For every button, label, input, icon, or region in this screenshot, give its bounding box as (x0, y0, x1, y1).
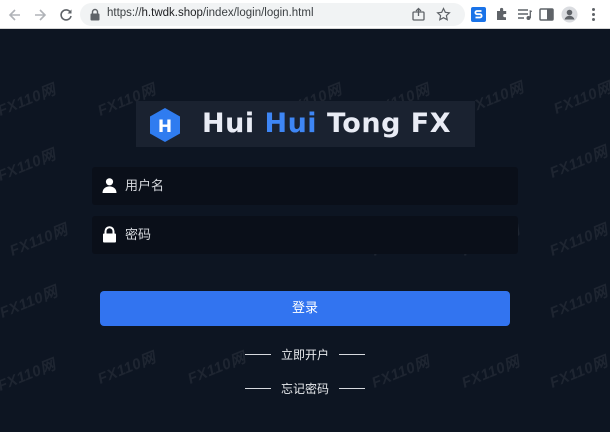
browser-toolbar: https://h.twdk.shop/index/login/login.ht… (0, 0, 610, 29)
watermark: FX110网 (547, 283, 610, 322)
divider-line (339, 387, 365, 389)
watermark: FX110网 (7, 221, 71, 260)
user-icon (102, 178, 117, 193)
brand-logo: H Hui Hui Tong FX (136, 101, 475, 147)
side-panel-icon[interactable] (538, 6, 555, 23)
login-page: FX110网 FX110网 FX110网 FX110网 FX110网 FX110… (0, 29, 610, 432)
address-bar[interactable]: https://h.twdk.shop/index/login/login.ht… (80, 3, 465, 26)
share-icon[interactable] (411, 7, 426, 22)
url-host: h.twdk.shop (141, 7, 203, 19)
username-field[interactable] (92, 167, 518, 205)
logo-letter: H (158, 117, 172, 137)
url-path: /index/login/login.html (202, 7, 314, 19)
forward-icon[interactable] (31, 6, 49, 24)
divider-line (244, 387, 271, 389)
kebab-menu-icon[interactable] (585, 6, 602, 23)
login-button[interactable]: 登录 (100, 291, 510, 326)
open-account-row: 立即开户 (0, 344, 610, 364)
brand-name-part3: Tong FX (317, 108, 452, 139)
media-queue-icon[interactable] (516, 6, 533, 23)
brand-name-accent: Hui (264, 108, 318, 139)
forgot-password-link[interactable]: 忘记密码 (281, 380, 329, 397)
lock-icon (103, 226, 116, 243)
url-text[interactable]: https://h.twdk.shop/index/login/login.ht… (107, 7, 314, 19)
password-input[interactable] (125, 222, 495, 248)
url-scheme: https:// (107, 7, 142, 19)
brand-name-part1: Hui (202, 108, 265, 139)
watermark: FX110网 (0, 283, 61, 322)
watermark: FX110网 (547, 221, 610, 260)
puzzle-extensions-icon[interactable] (494, 6, 511, 23)
watermark: FX110网 (0, 81, 59, 120)
hexagon-logo-icon: H (150, 108, 180, 142)
extension-s-icon[interactable] (470, 6, 487, 23)
profile-icon[interactable] (561, 6, 578, 23)
forgot-password-row: 忘记密码 (0, 378, 610, 398)
divider-line (339, 353, 365, 355)
reload-icon[interactable] (57, 6, 75, 24)
lock-icon[interactable] (89, 8, 101, 21)
username-input[interactable] (125, 173, 495, 199)
divider-line (244, 353, 271, 355)
password-field[interactable] (92, 216, 518, 254)
watermark: FX110网 (547, 143, 610, 182)
watermark: FX110网 (0, 146, 59, 185)
watermark: FX110网 (551, 79, 610, 118)
back-icon[interactable] (6, 6, 24, 24)
bookmark-star-icon[interactable] (436, 7, 451, 22)
brand-name: Hui Hui Tong FX (202, 107, 451, 141)
open-account-link[interactable]: 立即开户 (281, 346, 329, 363)
